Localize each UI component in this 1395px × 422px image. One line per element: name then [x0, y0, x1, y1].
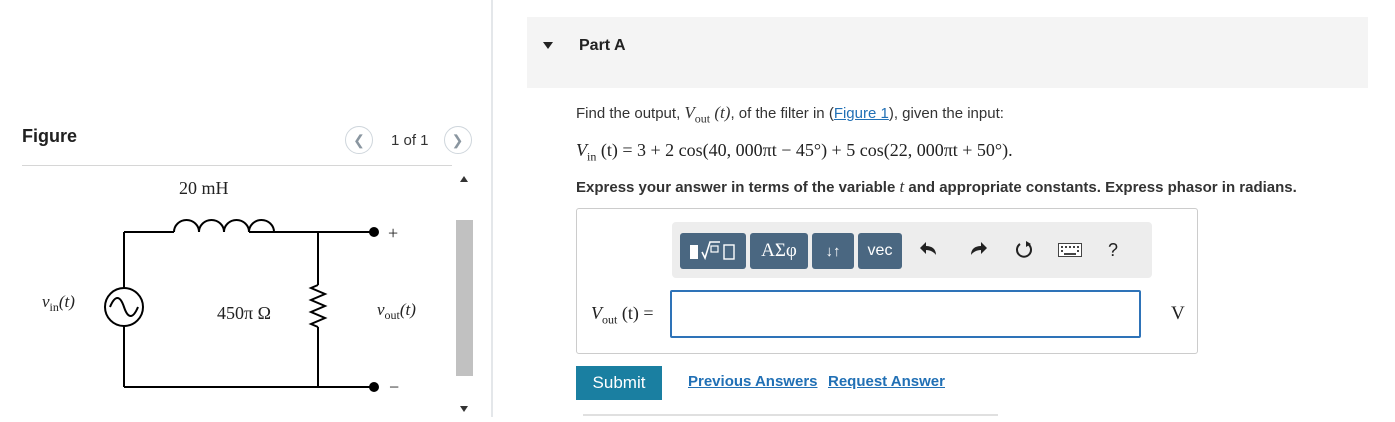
answer-box: ΑΣφ ↓↑ vec ? Vout (t) = V — [576, 208, 1198, 354]
inductor-label: 20 mH — [179, 178, 229, 198]
request-answer-link[interactable]: Request Answer — [828, 373, 945, 390]
keyboard-icon[interactable] — [1058, 243, 1082, 257]
subscript-superscript-button[interactable]: ↓↑ — [812, 233, 854, 269]
reset-icon[interactable] — [1014, 240, 1034, 260]
prompt-variable: Vout (t) — [684, 103, 731, 126]
previous-answers-link[interactable]: Previous Answers — [688, 373, 818, 390]
output-label: vout(t) — [377, 300, 416, 322]
figure-link[interactable]: Figure 1 — [834, 105, 889, 122]
minus-label: − — [389, 377, 399, 397]
circuit-figure: 20 mH 450π Ω vin(t) vout(t) + − — [22, 167, 452, 417]
resistor-label: 450π Ω — [217, 303, 271, 323]
help-button[interactable]: ? — [1108, 240, 1118, 261]
answer-label: Vout (t) = — [591, 303, 654, 327]
prompt-text-end: ), given the input: — [888, 105, 1004, 122]
pane-divider[interactable] — [491, 0, 493, 417]
chevron-left-icon[interactable]: ❮ — [345, 126, 373, 154]
part-a-header[interactable]: Part A — [527, 17, 1368, 88]
answer-input[interactable] — [670, 290, 1141, 338]
output-terminal-top — [369, 227, 379, 237]
figure-divider — [22, 165, 452, 166]
undo-icon[interactable] — [919, 240, 939, 258]
greek-symbols-button[interactable]: ΑΣφ — [750, 233, 808, 269]
caret-down-icon[interactable] — [543, 42, 553, 49]
figure-scrollbar[interactable] — [456, 170, 473, 417]
scroll-up-arrow-icon[interactable] — [460, 176, 468, 182]
part-title: Part A — [579, 37, 626, 54]
inductor-coil — [173, 219, 275, 233]
circuit-diagram: 20 mH 450π Ω vin(t) vout(t) + − — [42, 178, 416, 397]
bottom-divider — [583, 414, 998, 416]
scroll-down-arrow-icon[interactable] — [460, 406, 468, 412]
prompt-text-middle: , of the filter in ( — [730, 105, 834, 122]
resistor-zigzag — [308, 284, 328, 328]
redo-icon[interactable] — [968, 240, 988, 258]
math-toolbar: ΑΣφ ↓↑ vec ? — [672, 222, 1152, 278]
plus-label: + — [388, 223, 398, 243]
templates-glyph — [690, 241, 735, 261]
source-label: vin(t) — [42, 292, 75, 314]
prompt-text-start: Find the output, — [576, 105, 685, 122]
templates-icon[interactable] — [680, 233, 746, 269]
input-equation: Vin (t) = 3 + 2 cos(40, 000πt − 45°) + 5… — [576, 140, 1013, 164]
scroll-thumb[interactable] — [456, 220, 473, 376]
submit-button[interactable]: Submit — [576, 366, 662, 400]
figure-title: Figure — [22, 126, 78, 146]
chevron-right-icon[interactable]: ❯ — [443, 126, 472, 154]
answer-unit: V — [1171, 303, 1185, 324]
vector-button[interactable]: vec — [858, 233, 902, 269]
output-terminal-bottom — [369, 382, 379, 392]
figure-pager: ❮ 1 of 1 ❯ — [345, 126, 472, 154]
answer-instructions: Express your answer in terms of the vari… — [576, 177, 1297, 196]
sine-symbol — [109, 297, 139, 317]
question-prompt: Find the output, Vout (t), of the filter… — [576, 103, 1004, 126]
pager-label: 1 of 1 — [391, 131, 429, 149]
